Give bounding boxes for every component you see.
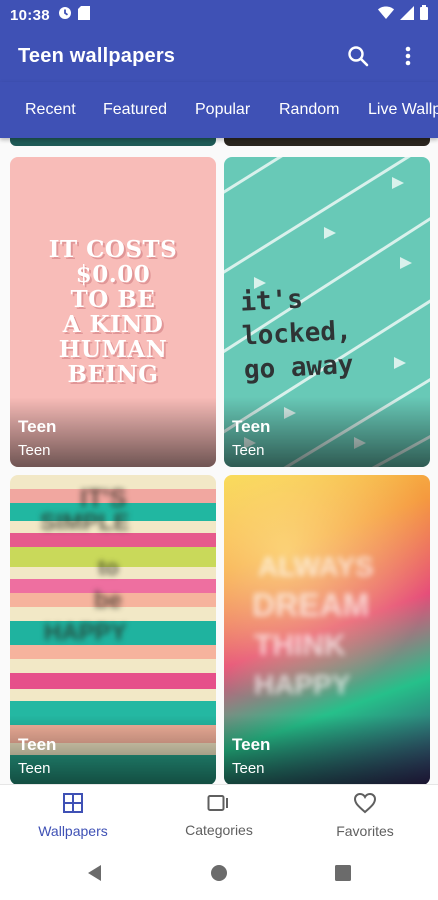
wallpaper-category: Teen [232,442,265,459]
grid-icon [62,792,84,819]
tab-popular[interactable]: Popular [195,82,250,138]
wallpaper-title: Teen [18,735,57,754]
tab-bar: Recent Featured Popular Random Live Wall… [0,82,438,138]
wallpaper-card[interactable]: IT COSTS $0.00 TO BE A KIND HUMAN BEING … [10,157,216,467]
tab-random[interactable]: Random [279,82,339,138]
quote-line: HUMAN [58,336,168,363]
app-title: Teen wallpapers [18,44,176,67]
tab-featured[interactable]: Featured [103,82,167,138]
wallpaper-category: Teen [18,442,51,459]
wallpaper-grid[interactable]: IT COSTS $0.00 TO BE A KIND HUMAN BEING … [0,138,438,784]
nav-favorites[interactable]: Favorites [292,785,438,846]
app-actions [346,44,420,68]
quote-line: BEING [67,361,159,388]
signal-icon [400,5,414,25]
tab-recent[interactable]: Recent [25,82,76,138]
wallpaper-title: Teen [232,417,271,436]
app-screen: 10:38 Teen wallpapers Recent Featured Po… [0,0,438,900]
quote-line: $0.00 [75,261,151,288]
status-left-icons [58,5,90,25]
quote-line: IT COSTS [48,236,178,263]
nav-categories[interactable]: Categories [146,785,292,846]
quote-line: TO BE [70,286,156,313]
nav-label: Favorites [336,823,394,839]
status-time: 10:38 [10,6,50,24]
wifi-icon [378,6,394,25]
wallpaper-quote: IT COSTS $0.00 TO BE A KIND HUMAN BEING [10,237,216,387]
recents-icon[interactable] [331,861,355,885]
status-bar: 10:38 [0,0,438,30]
wallpaper-title: Teen [232,735,271,754]
previous-row-card-peek [10,138,216,146]
categories-icon [207,793,231,818]
tab-live-wallpapers[interactable]: Live Wallp [368,82,438,138]
home-icon[interactable] [207,861,231,885]
quote-line: A KIND [62,311,164,338]
back-icon[interactable] [83,861,107,885]
quote-line: it's locked, [239,284,353,352]
wallpaper-category: Teen [232,760,265,777]
wallpaper-category: Teen [18,760,51,777]
status-right-icons [378,5,428,25]
nav-label: Wallpapers [38,823,108,839]
nav-wallpapers[interactable]: Wallpapers [0,785,146,846]
wallpaper-card[interactable]: it's locked, go away Teen Teen [224,157,430,467]
search-icon[interactable] [346,44,370,68]
wallpaper-title: Teen [18,417,57,436]
previous-row-card-peek [224,138,430,146]
bottom-navigation: Wallpapers Categories Favorites [0,784,438,846]
data-saver-icon [58,6,72,25]
nav-label: Categories [185,822,253,838]
app-bar: Teen wallpapers [0,30,438,82]
more-vert-icon[interactable] [396,44,420,68]
wallpaper-card[interactable]: IT'S SIMPLE to be HAPPY Teen Teen [10,475,216,784]
sd-card-icon [77,5,90,25]
wallpaper-card[interactable]: ALWAYS DREAM THINK HAPPY Teen Teen [224,475,430,784]
battery-icon [420,5,428,25]
system-navigation-bar [0,846,438,900]
heart-icon [353,792,377,819]
wallpaper-quote: it's locked, go away [239,276,422,387]
